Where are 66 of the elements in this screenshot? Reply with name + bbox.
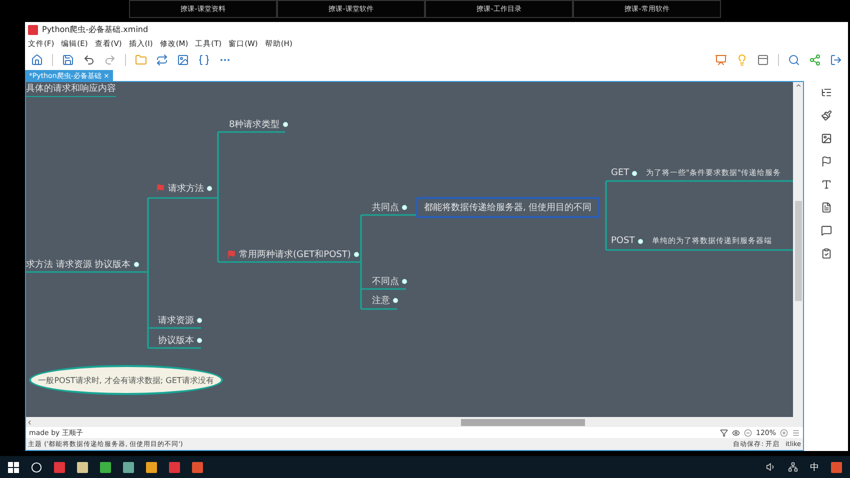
topic-node[interactable]: 不同点 — [372, 274, 399, 288]
collapse-dot-icon[interactable] — [197, 318, 202, 322]
filter-icon[interactable] — [720, 428, 728, 437]
app-icon[interactable] — [54, 462, 65, 472]
collapse-dot-icon[interactable] — [207, 186, 212, 190]
scroll-up-icon[interactable] — [794, 82, 802, 89]
brush-icon[interactable] — [820, 110, 832, 121]
app-icon[interactable] — [169, 462, 180, 472]
zoom-in-icon[interactable] — [780, 428, 788, 437]
app-icon[interactable] — [100, 462, 111, 472]
undo-icon[interactable] — [83, 54, 95, 66]
topic-node[interactable]: GET — [611, 168, 630, 178]
network-icon[interactable] — [788, 462, 798, 472]
repeat-icon[interactable] — [156, 54, 168, 66]
topic-node[interactable]: 请求资源 — [158, 314, 194, 326]
note-icon[interactable] — [820, 202, 832, 213]
scroll-left-icon[interactable] — [26, 418, 33, 426]
topic-node[interactable]: 都能将数据传递给服务器, 但使用目的不同 — [416, 196, 600, 218]
topic-node[interactable]: 8种请求类型 — [229, 118, 280, 130]
eye-icon[interactable] — [732, 428, 740, 437]
topic-node[interactable]: 求方法 请求资源 协议版本 — [26, 258, 131, 270]
window-title: Python爬虫-必备基础.xmind — [42, 24, 148, 35]
collapse-dot-icon[interactable] — [282, 122, 288, 126]
comment-icon[interactable] — [820, 225, 832, 236]
zoom-out-icon[interactable] — [744, 428, 752, 437]
menu-icon[interactable] — [792, 428, 800, 437]
flag-icon[interactable] — [820, 156, 832, 167]
topic-node[interactable]: 注意 — [372, 294, 390, 306]
image-icon[interactable] — [177, 54, 189, 66]
search-icon[interactable] — [31, 462, 42, 472]
window-icon[interactable] — [757, 54, 769, 66]
vertical-scrollbar[interactable] — [793, 82, 803, 418]
callout-topic[interactable]: 一般POST请求时, 才会有请求数据; GET请求没有 — [29, 365, 223, 395]
braces-icon[interactable] — [198, 54, 210, 66]
topic-node[interactable]: POST — [611, 236, 635, 246]
topic-text[interactable]: 具体的请求和响应内容 — [26, 82, 116, 97]
image-icon[interactable] — [820, 133, 832, 144]
app-icon[interactable] — [192, 462, 203, 472]
topic-node[interactable]: 请求方法 — [156, 182, 204, 194]
text-icon[interactable] — [820, 179, 832, 190]
volume-icon[interactable] — [766, 462, 776, 472]
presentation-icon[interactable] — [715, 54, 727, 66]
share-icon[interactable] — [809, 54, 821, 66]
app-icon[interactable] — [831, 462, 842, 472]
flag-icon — [156, 184, 165, 192]
topic-node[interactable]: 常用两种请求(GET和POST) — [227, 248, 351, 260]
windows-icon[interactable] — [8, 462, 19, 472]
collapse-dot-icon[interactable] — [197, 338, 202, 342]
save-icon[interactable] — [62, 54, 74, 66]
collapse-dot-icon[interactable] — [134, 262, 139, 266]
collapse-dot-icon[interactable] — [402, 204, 407, 210]
collapse-dot-icon[interactable] — [354, 252, 359, 256]
collapse-dot-icon[interactable] — [638, 238, 643, 244]
app-icon[interactable] — [123, 462, 134, 472]
app-icon — [28, 24, 38, 34]
topic-node[interactable]: 共同点 — [372, 200, 399, 214]
ime-indicator[interactable]: 中 — [810, 460, 819, 474]
clipboard-icon[interactable] — [820, 248, 832, 259]
export-icon[interactable] — [830, 54, 842, 66]
flag-icon — [227, 250, 236, 258]
collapse-dot-icon[interactable] — [632, 170, 638, 176]
collapse-dot-icon[interactable] — [393, 298, 398, 302]
outline-icon[interactable] — [820, 87, 832, 98]
topic-node[interactable]: 协议版本 — [158, 334, 194, 346]
collapse-dot-icon[interactable] — [402, 278, 407, 284]
home-icon[interactable] — [31, 54, 43, 66]
